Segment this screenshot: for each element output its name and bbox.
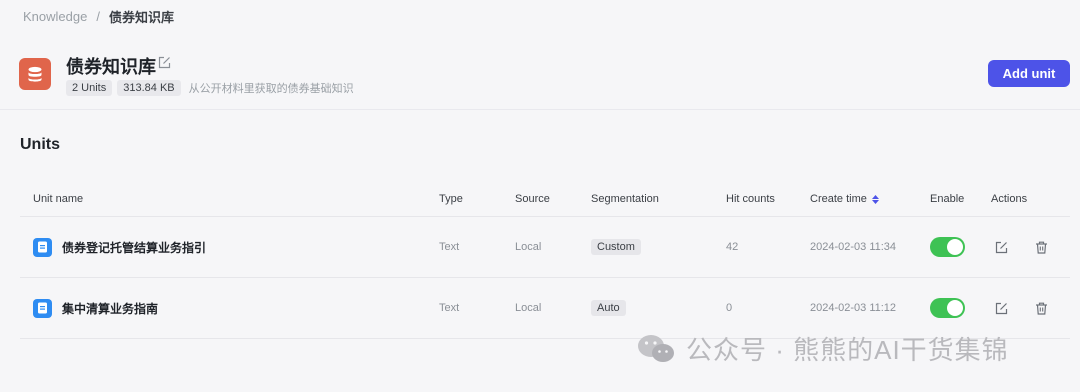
unit-create-time: 2024-02-03 11:12 [810,302,897,314]
unit-name-cell[interactable]: 集中清算业务指南 [33,278,158,338]
unit-name[interactable]: 债券登记托管结算业务指引 [62,239,206,256]
document-icon [33,298,52,318]
unit-source: Local [515,241,542,253]
edit-icon [995,241,1008,253]
breadcrumb-separator: / [96,9,100,24]
units-table: Unit name Type Source Segmentation Hit c… [20,182,1070,339]
column-header-hits: Hit counts [726,193,775,205]
edit-icon [995,302,1008,314]
enable-toggle-cell [930,278,965,338]
unit-hit-count: 0 [726,302,733,314]
column-header-created-label: Create time [810,193,867,205]
page-title: 债券知识库 [66,57,156,77]
enable-toggle-cell [930,217,965,277]
unit-name[interactable]: 集中清算业务指南 [62,300,158,317]
add-unit-button[interactable]: Add unit [988,60,1070,87]
edit-unit-button[interactable] [995,217,1008,277]
breadcrumb-root-link[interactable]: Knowledge [23,9,87,24]
document-icon [33,237,52,257]
column-header-type: Type [439,193,463,205]
segmentation-badge: Auto [591,300,626,316]
table-header-row: Unit name Type Source Segmentation Hit c… [20,182,1070,217]
unit-segmentation: Custom [591,217,641,277]
wechat-icon [638,334,674,362]
delete-unit-button[interactable] [1035,217,1048,277]
enable-toggle[interactable] [930,298,965,318]
knowledge-base-meta: 2 Units 313.84 KB 从公开材料里获取的债券基础知识 [66,80,354,96]
column-header-segmentation: Segmentation [591,193,659,205]
unit-count-badge: 2 Units [66,80,113,96]
unit-create-time: 2024-02-03 11:34 [810,241,897,253]
unit-type: Text [439,302,460,314]
column-header-enable: Enable [930,193,965,205]
knowledge-base-description: 从公开材料里获取的债券基础知识 [188,83,354,95]
watermark: 公众号 · 熊熊的AI干货集锦 [636,330,1009,367]
trash-icon [1036,241,1047,254]
unit-source: Local [515,302,542,314]
breadcrumb-current: 债券知识库 [108,10,174,25]
toggle-knob [947,300,963,316]
edit-icon[interactable] [158,56,171,69]
table-row[interactable]: 债券登记托管结算业务指引 Text Local Custom 42 2024-0… [20,217,1070,278]
unit-hit-count: 42 [726,241,739,253]
knowledge-base-header: 债券知识库 2 Units 313.84 KB 从公开材料里获取的债券基础知识 … [0,38,1080,110]
sort-icon[interactable] [871,194,879,204]
unit-segmentation: Auto [591,278,626,338]
section-title: Units [20,136,60,153]
segmentation-badge: Custom [591,239,641,255]
size-badge: 313.84 KB [117,80,181,96]
delete-unit-button[interactable] [1035,278,1048,338]
column-header-source: Source [515,193,550,205]
enable-toggle[interactable] [930,237,965,257]
column-header-name: Unit name [33,193,84,205]
trash-icon [1036,302,1047,315]
column-header-created[interactable]: Create time [810,182,879,216]
unit-type: Text [439,241,460,253]
database-icon [19,58,51,90]
column-header-actions: Actions [991,193,1028,205]
toggle-knob [947,239,963,255]
unit-name-cell[interactable]: 债券登记托管结算业务指引 [33,217,206,277]
watermark-text: 公众号 · 熊熊的AI干货集锦 [686,335,1009,365]
breadcrumb: Knowledge / 债券知识库 [23,7,174,26]
edit-unit-button[interactable] [995,278,1008,338]
